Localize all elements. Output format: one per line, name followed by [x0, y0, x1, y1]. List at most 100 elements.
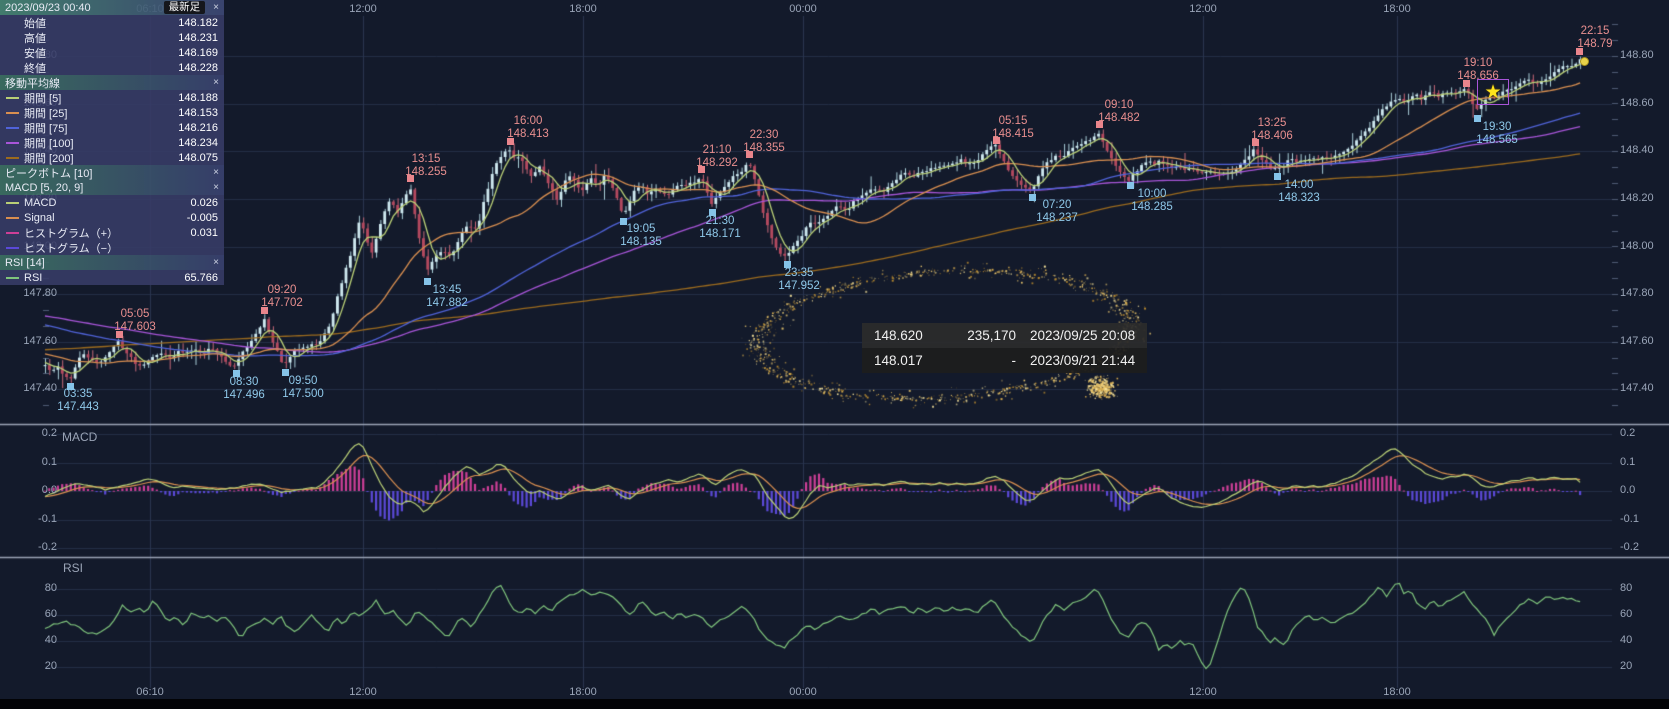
price-axis-label-left: 147.40 — [15, 382, 57, 394]
annotation-price: 148.255 — [405, 166, 447, 179]
rsi-section-header: RSI [14] × — [0, 255, 224, 270]
candle-datetime: 2023/09/23 00:40 — [5, 2, 91, 14]
annotation-price: 148.237 — [1036, 212, 1078, 225]
signal-row: Signal -0.005 — [0, 210, 224, 225]
annotation-time: 23:35 — [778, 267, 820, 280]
peak-annotation: 09:20147.702 — [261, 284, 303, 310]
annotation-time: 14:00 — [1278, 179, 1320, 192]
peak-annotation: 16:00148.413 — [507, 115, 549, 141]
rsi-axis-label-right: 40 — [1620, 634, 1632, 646]
macd-axis-label-left: 0.2 — [15, 427, 57, 439]
time-axis-label-bottom: 12:00 — [349, 686, 377, 698]
macd-section-header: MACD [5, 20, 9] × — [0, 180, 224, 195]
annotation-time: 19:10 — [1457, 57, 1499, 70]
price-axis-label-right: 148.40 — [1620, 144, 1654, 156]
time-axis-label-bottom: 18:00 — [569, 686, 597, 698]
close-icon[interactable]: × — [213, 78, 219, 88]
annotation-price: 148.285 — [1131, 201, 1173, 214]
macd-axis-label-right: 0.2 — [1620, 427, 1635, 439]
time-axis-label-bottom: 12:00 — [1189, 686, 1217, 698]
histogram-neg-row: ヒストグラム（−） — [0, 240, 224, 255]
price-chart-canvas[interactable] — [0, 0, 1669, 709]
annotation-price: 147.500 — [282, 388, 324, 401]
star-icon: ★ — [1484, 83, 1501, 102]
data-tooltip: 148.620 235,170 2023/09/25 20:08 148.017… — [862, 323, 1147, 373]
macd-axis-label-right: -0.2 — [1620, 541, 1639, 553]
ma-row-25: 期間 [25] 148.153 — [0, 105, 224, 120]
price-axis-label-left: 147.80 — [15, 287, 57, 299]
histogram-neg-swatch — [6, 247, 19, 249]
rsi-axis-label-left: 40 — [15, 634, 57, 646]
macd-axis-label-left: -0.2 — [15, 541, 57, 553]
annotation-price: 148.292 — [696, 157, 738, 170]
ma-section-header: 移動平均線 × — [0, 75, 224, 90]
bottom-annotation: 10:00148.285 — [1131, 188, 1173, 214]
indicator-legend-panel: 2023/09/23 00:40 最新足 × 始値 148.182 高値 148… — [0, 0, 224, 285]
annotation-price: 147.443 — [57, 401, 99, 414]
latest-bar-button[interactable]: 最新足 — [164, 1, 206, 14]
macd-axis-label-left: -0.1 — [15, 513, 57, 525]
annotation-price: 148.323 — [1278, 192, 1320, 205]
annotation-price: 148.482 — [1098, 112, 1140, 125]
annotation-time: 22:30 — [743, 129, 785, 142]
time-axis-label-top: 18:00 — [1383, 3, 1411, 15]
close-icon[interactable]: × — [213, 168, 219, 178]
tooltip-datetime: 2023/09/21 21:44 — [1030, 353, 1135, 368]
annotation-time: 09:20 — [261, 284, 303, 297]
price-axis-label-left: 147.60 — [15, 335, 57, 347]
bottom-annotation: 23:35147.952 — [778, 267, 820, 293]
macd-axis-label-left: 0.1 — [15, 456, 57, 468]
ma-row-100: 期間 [100] 148.234 — [0, 135, 224, 150]
annotation-time: 10:00 — [1131, 188, 1173, 201]
histogram-pos-swatch — [6, 232, 19, 234]
peak-annotation: 05:15148.415 — [992, 115, 1034, 141]
macd-axis-label-right: 0.1 — [1620, 456, 1635, 468]
price-axis-label-right: 148.80 — [1620, 49, 1654, 61]
ohlc-row-low: 安値 148.169 — [0, 45, 224, 60]
histogram-pos-row: ヒストグラム（+） 0.031 — [0, 225, 224, 240]
annotation-price: 147.496 — [223, 389, 265, 402]
ma100-line-swatch — [6, 142, 19, 144]
annotation-time: 09:10 — [1098, 99, 1140, 112]
rsi-axis-label-right: 60 — [1620, 608, 1632, 620]
trading-chart-window: 06:1012:0018:0000:0012:0018:0006:1012:00… — [0, 0, 1669, 709]
annotation-price: 147.603 — [114, 321, 156, 334]
macd-axis-label-left: 0.0 — [15, 484, 57, 496]
ma-row-200: 期間 [200] 148.075 — [0, 150, 224, 165]
annotation-time: 13:25 — [1251, 117, 1293, 130]
peak-annotation: 13:15148.255 — [405, 153, 447, 179]
annotation-time: 21:10 — [696, 144, 738, 157]
annotation-price: 148.406 — [1251, 130, 1293, 143]
rsi-row: RSI 65.766 — [0, 270, 224, 285]
annotation-price: 148.355 — [743, 142, 785, 155]
time-axis-label-bottom: 06:10 — [136, 686, 164, 698]
rsi-panel-title: RSI — [63, 561, 83, 575]
bottom-annotation: 13:45147.882 — [426, 284, 468, 310]
bottom-annotation: 14:00148.323 — [1278, 179, 1320, 205]
peak-annotation: 22:15148.79 — [1577, 25, 1612, 51]
bottom-annotation: 19:05148.135 — [620, 223, 662, 249]
annotation-time: 05:15 — [992, 115, 1034, 128]
rsi-axis-label-right: 80 — [1620, 582, 1632, 594]
annotation-time: 07:20 — [1036, 199, 1078, 212]
peakbottom-section-header: ピークボトム [10] × — [0, 165, 224, 180]
peak-annotation: 05:05147.603 — [114, 308, 156, 334]
tooltip-datetime: 2023/09/25 20:08 — [1030, 328, 1135, 343]
tooltip-row-low: 148.017 - 2023/09/21 21:44 — [862, 348, 1147, 373]
ma5-line-swatch — [6, 97, 19, 99]
macd-axis-label-right: -0.1 — [1620, 513, 1639, 525]
close-icon[interactable]: × — [213, 183, 219, 193]
macd-panel-title: MACD — [62, 430, 97, 444]
annotation-time: 03:35 — [57, 388, 99, 401]
tooltip-volume: 235,170 — [954, 328, 1030, 343]
rsi-axis-label-left: 20 — [15, 660, 57, 672]
time-axis-label-top: 12:00 — [349, 3, 377, 15]
bottom-annotation: 08:30147.496 — [223, 376, 265, 402]
tooltip-price: 148.620 — [874, 328, 954, 343]
bottom-marker — [1029, 194, 1036, 201]
close-icon[interactable]: × — [213, 3, 219, 13]
rsi-axis-label-left: 60 — [15, 608, 57, 620]
close-icon[interactable]: × — [213, 258, 219, 268]
annotation-time: 16:00 — [507, 115, 549, 128]
time-axis-label-bottom: 18:00 — [1383, 686, 1411, 698]
